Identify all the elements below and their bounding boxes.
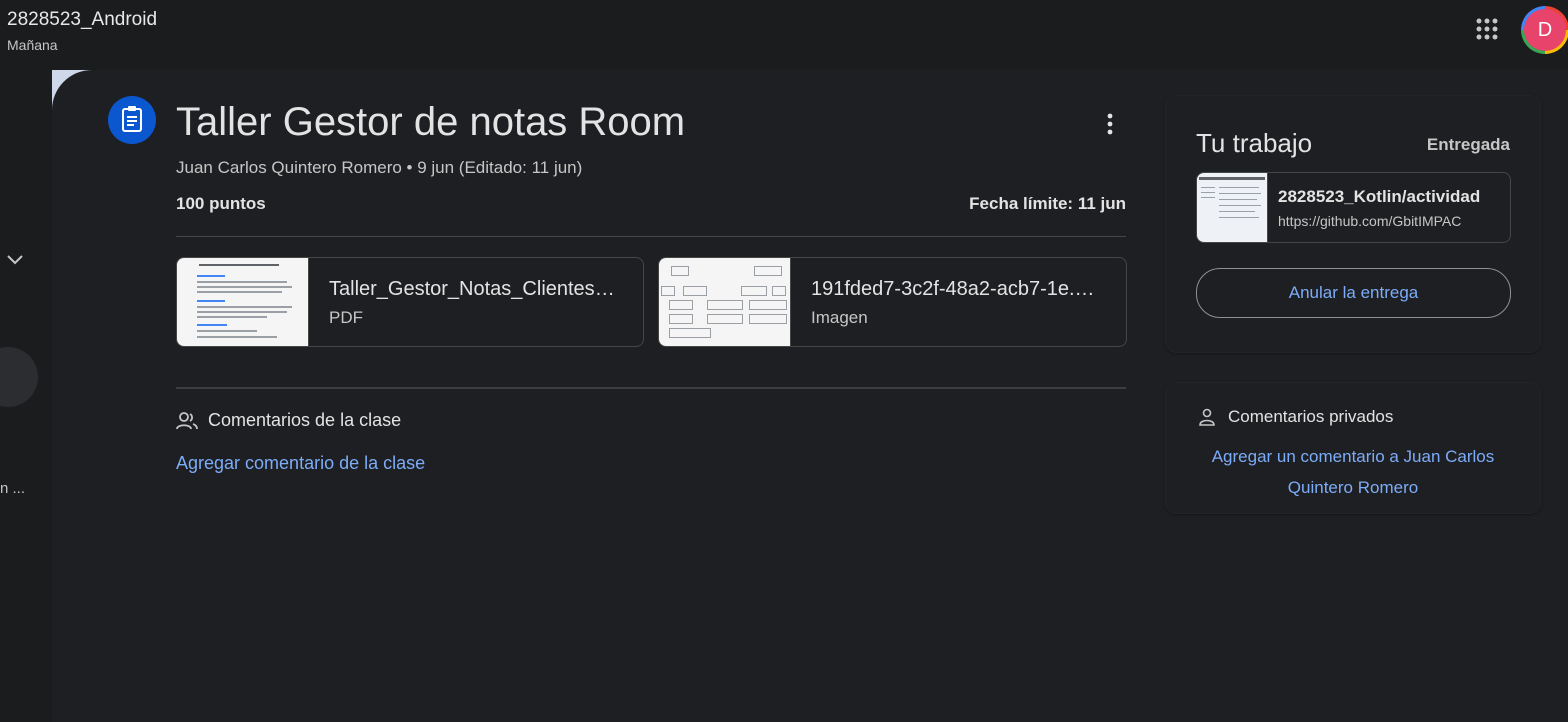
your-work-title: Tu trabajo — [1196, 128, 1313, 158]
account-avatar[interactable]: D — [1521, 6, 1568, 54]
apps-grid-icon[interactable] — [1474, 16, 1500, 42]
attachment-title: Taller_Gestor_Notas_Clientes_Room.pdf — [329, 278, 619, 300]
assignment-points: 100 puntos — [176, 194, 266, 213]
your-work-card: Tu trabajo Entregada 2828523_Kotlin/acti… — [1166, 96, 1540, 352]
page-title: Taller Gestor de notas Room — [176, 100, 686, 144]
attachment-type: PDF — [329, 308, 363, 327]
private-comments-card: Comentarios privados Agregar un comentar… — [1166, 383, 1540, 513]
left-nav-rail: n ... — [0, 70, 52, 722]
attachment-type: Imagen — [811, 308, 868, 327]
top-bar: 2828523_Android Mañana D — [0, 0, 1568, 70]
class-comments-label: Comentarios de la clase — [208, 410, 402, 430]
submitted-link-url: https://github.com/GbitIMPAC — [1278, 213, 1462, 229]
more-options-icon[interactable] — [1098, 110, 1122, 138]
due-date: Fecha límite: 11 jun — [969, 194, 1126, 213]
assignment-meta: Juan Carlos Quintero Romero • 9 jun (Edi… — [176, 158, 583, 177]
divider — [176, 236, 1126, 237]
link-thumbnail — [1197, 173, 1268, 242]
add-private-comment-link[interactable]: Agregar un comentario a Juan Carlos Quin… — [1188, 441, 1518, 503]
person-icon — [1199, 408, 1215, 426]
people-icon — [176, 412, 198, 430]
submitted-link-title: 2828523_Kotlin/actividad — [1278, 187, 1481, 206]
chevron-down-icon[interactable] — [4, 248, 26, 270]
add-class-comment-link[interactable]: Agregar comentario de la clase — [176, 453, 425, 474]
attachment-card-pdf[interactable]: Taller_Gestor_Notas_Clientes_Room.pdf PD… — [176, 257, 644, 347]
submission-status: Entregada — [1426, 135, 1510, 154]
image-thumbnail — [659, 258, 791, 346]
rail-item-label[interactable]: n ... — [0, 480, 25, 497]
unsubmit-button[interactable]: Anular la entrega — [1196, 268, 1511, 318]
submitted-link-attachment[interactable]: 2828523_Kotlin/actividad https://github.… — [1196, 172, 1511, 243]
assignment-icon — [108, 96, 156, 144]
avatar-letter: D — [1524, 9, 1566, 51]
private-comments-label: Comentarios privados — [1228, 407, 1394, 426]
divider — [176, 387, 1126, 389]
attachment-title: 191fded7-3c2f-48a2-acb7-1e.png — [811, 278, 1096, 300]
pdf-thumbnail — [177, 258, 309, 346]
attachment-card-image[interactable]: 191fded7-3c2f-48a2-acb7-1e.png Imagen — [658, 257, 1127, 347]
course-subtitle: Mañana — [7, 37, 58, 53]
course-title[interactable]: 2828523_Android — [7, 9, 157, 31]
rail-item-avatar[interactable] — [0, 347, 38, 407]
